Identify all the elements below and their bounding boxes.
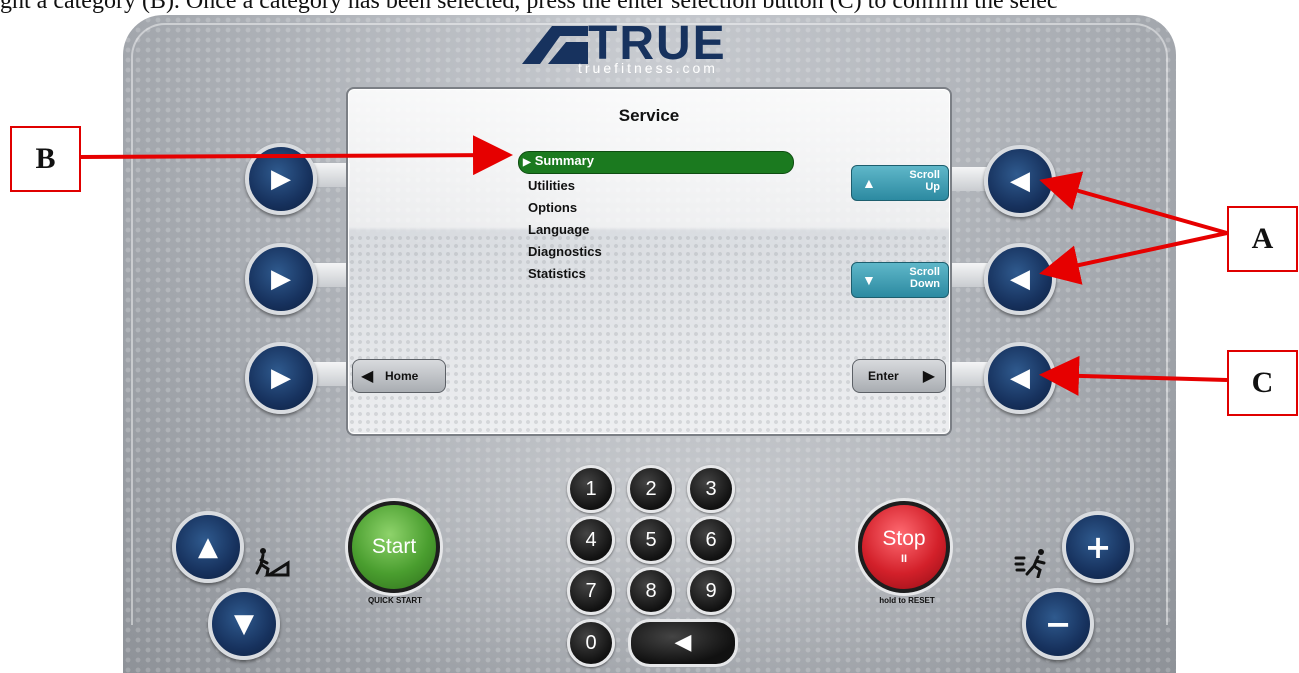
keypad-key-9[interactable]: 9 — [687, 567, 735, 615]
play-left-icon: ◀ — [1010, 264, 1030, 294]
menu-item-utilities[interactable]: Utilities — [528, 178, 575, 193]
screen-title: Service — [618, 106, 680, 125]
scroll-up-button[interactable]: ▲ Scroll Up — [851, 165, 949, 201]
stop-label: Stop — [882, 527, 926, 550]
triangle-down-icon: ▼ — [862, 272, 876, 288]
selection-arrow-icon: ▶ — [523, 157, 531, 168]
left-key-3[interactable]: ▶ — [245, 342, 317, 414]
true-logo: TRUE truefitness.com — [518, 17, 782, 82]
keypad-key-0[interactable]: 0 — [567, 619, 615, 667]
keypad-key-7[interactable]: 7 — [567, 567, 615, 615]
menu-item-language[interactable]: Language — [528, 222, 589, 237]
stop-button[interactable]: Stop II — [858, 501, 950, 593]
left-key-1[interactable]: ▶ — [245, 143, 317, 215]
hold-to-reset-label: hold to RESET — [879, 596, 935, 605]
pause-icon: II — [900, 553, 908, 565]
play-right-icon: ▶ — [271, 164, 291, 194]
keypad-key-4[interactable]: 4 — [567, 516, 615, 564]
quick-start-label: QUICK START — [367, 596, 423, 605]
menu-item-diagnostics[interactable]: Diagnostics — [528, 244, 602, 259]
menu-item-label: Summary — [534, 153, 594, 168]
incline-down-key[interactable]: ▼ — [208, 588, 280, 660]
speed-down-key[interactable]: − — [1022, 588, 1094, 660]
keypad-key-3[interactable]: 3 — [687, 465, 735, 513]
play-left-icon: ◀ — [1010, 166, 1030, 196]
home-button[interactable]: ◀ Home — [352, 359, 446, 393]
triangle-right-icon: ▶ — [922, 366, 935, 385]
play-right-icon: ▶ — [271, 264, 291, 294]
incline-icon — [255, 548, 290, 577]
right-key-2[interactable]: ◀ — [984, 243, 1056, 315]
triangle-up-icon: ▲ — [862, 175, 876, 191]
scroll-down-button[interactable]: ▼ Scroll Down — [851, 262, 949, 298]
scroll-up-label: Scroll Up — [880, 169, 940, 193]
speed-up-key[interactable]: + — [1062, 511, 1134, 583]
enter-button[interactable]: Enter ▶ — [852, 359, 946, 393]
instruction-caption: ght a category (B). Once a category has … — [0, 0, 1058, 14]
backspace-icon: ◀ — [674, 630, 692, 655]
left-key-2[interactable]: ▶ — [245, 243, 317, 315]
keypad-key-6[interactable]: 6 — [687, 516, 735, 564]
start-button[interactable]: Start — [348, 501, 440, 593]
annotation-box-a: A — [1227, 206, 1298, 272]
keypad-key-8[interactable]: 8 — [627, 567, 675, 615]
enter-label: Enter — [868, 369, 899, 383]
scroll-down-line1: Scroll — [909, 266, 940, 278]
scroll-down-label: Scroll Down — [880, 266, 940, 290]
right-key-3[interactable]: ◀ — [984, 342, 1056, 414]
scroll-up-line1: Scroll — [909, 169, 940, 181]
backspace-key[interactable]: ◀ — [628, 619, 738, 667]
keypad-key-1[interactable]: 1 — [567, 465, 615, 513]
keypad-key-5[interactable]: 5 — [627, 516, 675, 564]
speed-runner-icon — [1014, 549, 1046, 578]
scroll-up-line2: Up — [925, 181, 940, 193]
home-label: Home — [385, 369, 419, 383]
incline-up-key[interactable]: ▲ — [172, 511, 244, 583]
menu-item-summary[interactable]: ▶ Summary — [523, 153, 594, 168]
play-left-icon: ◀ — [1010, 363, 1030, 393]
scroll-down-line2: Down — [910, 278, 940, 290]
logo-url: truefitness.com — [578, 60, 718, 76]
triangle-left-icon: ◀ — [361, 366, 374, 385]
menu-item-statistics[interactable]: Statistics — [528, 266, 586, 281]
right-key-1[interactable]: ◀ — [984, 145, 1056, 217]
annotation-box-b: B — [10, 126, 81, 192]
triangle-up-icon: ▲ — [198, 532, 218, 562]
display-screen: Service ▶ Summary Utilities Options Langu… — [346, 87, 952, 436]
play-right-icon: ▶ — [271, 363, 291, 393]
triangle-down-icon: ▼ — [234, 609, 254, 639]
keypad-key-2[interactable]: 2 — [627, 465, 675, 513]
plus-icon: + — [1084, 528, 1112, 566]
menu-item-options[interactable]: Options — [528, 200, 577, 215]
annotation-box-c: C — [1227, 350, 1298, 416]
minus-icon: − — [1044, 605, 1072, 643]
